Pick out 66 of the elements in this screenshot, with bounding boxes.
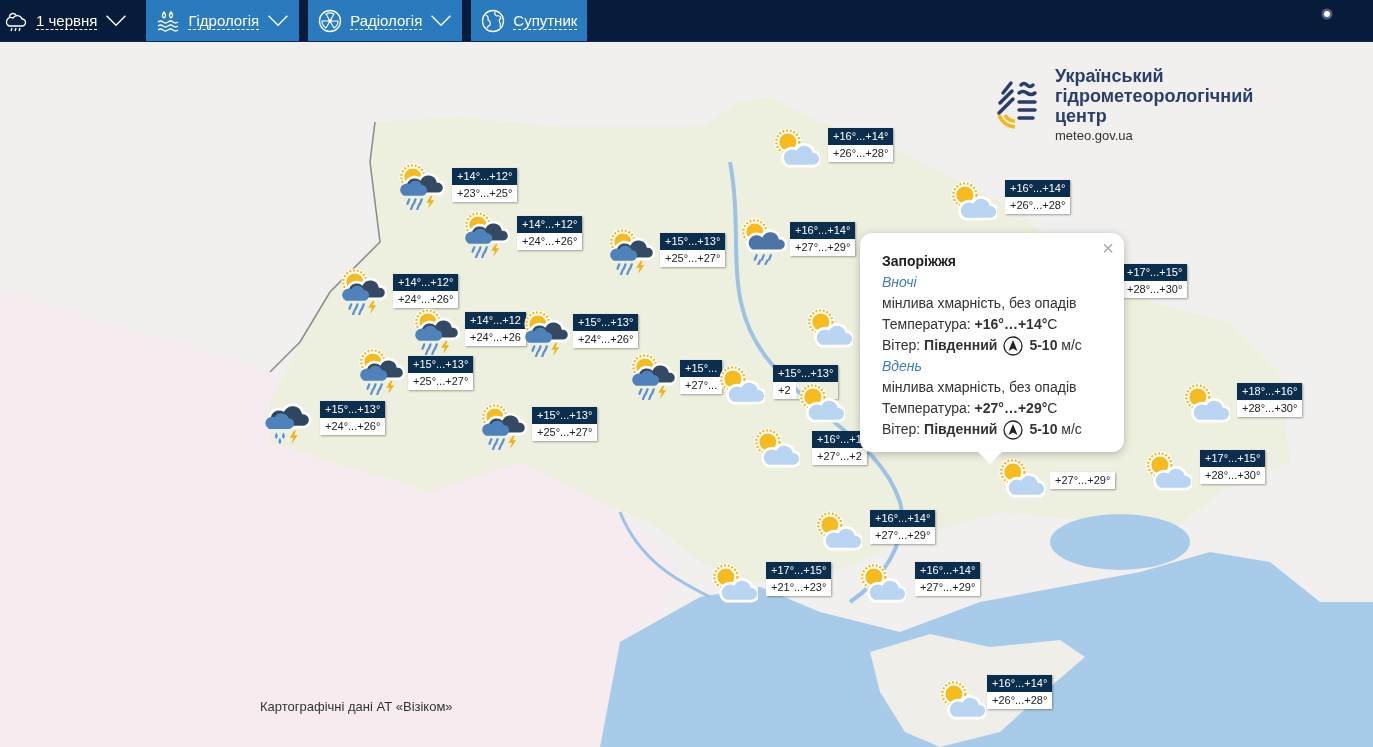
night-temperature: +15°...+13°: [408, 356, 474, 373]
night-temperature: +16°...+14°: [987, 675, 1053, 692]
night-temperature: +17°...+15°: [1200, 450, 1266, 467]
wind-speed: 5-10 м/с: [1029, 420, 1082, 439]
night-temperature: +18°...+16°: [1237, 383, 1303, 400]
radiation-icon: [318, 8, 343, 33]
day-temperature: +28°...+30°: [1237, 400, 1303, 417]
night-temperature: +16°...+14°: [915, 562, 981, 579]
globe-icon: [481, 8, 506, 33]
night-temperature: +16°...+14°: [870, 510, 936, 527]
website-link[interactable]: meteo.gov.ua: [1055, 128, 1295, 143]
temperature-text: Температура: +27°…+29°C: [882, 399, 1059, 418]
day-temperature: +26°...+28°: [1005, 197, 1071, 214]
day-temperature: +27°...: [680, 377, 723, 394]
weather-description: мінлива хмарність, без опадів: [882, 378, 1078, 397]
day-temperature: +25°...+27°: [408, 373, 474, 390]
day-temperature: +24°...+26°: [573, 331, 639, 348]
day-temperature: +24°...+26°: [393, 291, 459, 308]
star-icon: [1321, 8, 1333, 20]
day-temperature: +24°...+26°: [320, 418, 386, 435]
day-temperature: +23°...+25°: [452, 185, 518, 202]
period-heading: Вдень: [882, 357, 923, 376]
day-temperature: +27°...+2: [812, 448, 867, 465]
close-button[interactable]: ×: [1100, 237, 1116, 260]
night-temperature: +15°...: [680, 360, 723, 377]
night-temperature: +17°...+15°: [766, 562, 832, 579]
temperature-text: Температура: +16°…+14°C: [882, 315, 1059, 334]
wind-speed: 5-10 м/с: [1029, 336, 1082, 355]
night-temperature: +15°...+13°: [660, 233, 726, 250]
night-temperature: +16°...+14°: [828, 128, 894, 145]
layer-dropdown[interactable]: Супутник: [471, 0, 588, 41]
day-temperature: +26°...+28°: [828, 145, 894, 162]
period-heading: Вночі: [882, 273, 918, 292]
layer-dropdown[interactable]: Гідрологія: [146, 0, 300, 41]
day-temperature: +26°...+28°: [987, 692, 1053, 709]
day-temperature: +25°...+27°: [532, 424, 598, 441]
map-attribution: Картографічні дані АТ «Візіком»: [260, 699, 453, 714]
night-temperature: +15°...+13°: [532, 407, 598, 424]
night-temperature: +15°...+13°: [573, 314, 639, 331]
night-temperature: +16°...+14°: [1005, 180, 1071, 197]
day-temperature: +24°...+26: [465, 329, 526, 346]
night-temperature: +14°...+12: [465, 312, 526, 329]
day-temperature: +2: [773, 382, 796, 399]
night-temperature: +15°...+13°: [773, 365, 839, 382]
date-dropdown[interactable]: 1 червня: [0, 0, 138, 41]
day-temperature: +27°...+29°: [790, 239, 856, 256]
day-temperature: +28°...+30°: [1122, 281, 1188, 298]
night-temperature: +14°...+12°: [517, 216, 583, 233]
wind-direction: Вітер: Південний: [882, 336, 998, 355]
layer-dropdown[interactable]: Радіологія: [308, 0, 463, 41]
day-temperature: +21°...+23°: [766, 579, 832, 596]
night-temperature: +17°...+15°: [1122, 264, 1188, 281]
day-temperature: +24°...+26°: [517, 233, 583, 250]
day-temperature: +27°...+29°: [1050, 472, 1116, 489]
city-name: Запоріжжя: [882, 252, 958, 271]
day-temperature: +28°...+30°: [1200, 467, 1266, 484]
day-temperature: +27°...+29°: [870, 527, 936, 544]
night-temperature: +15°...+13°: [320, 401, 386, 418]
night-temperature: +16°...+14°: [790, 222, 856, 239]
day-temperature: +25°...+27°: [660, 250, 726, 267]
night-temperature: +14°...+12°: [393, 274, 459, 291]
day-temperature: +27°...+29°: [915, 579, 981, 596]
weather-description: мінлива хмарність, без опадів: [882, 294, 1078, 313]
organization-name: Український гідрометеорологічний центр: [1055, 66, 1255, 126]
wind-direction: Вітер: Південний: [882, 420, 998, 439]
night-temperature: +14°...+12°: [452, 168, 518, 185]
